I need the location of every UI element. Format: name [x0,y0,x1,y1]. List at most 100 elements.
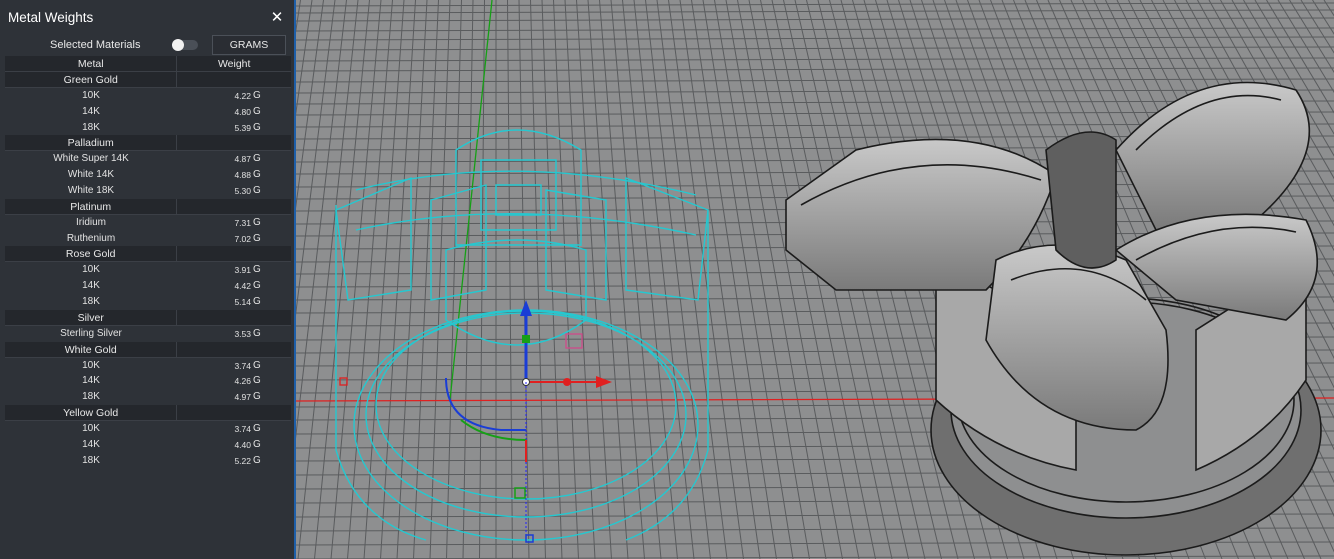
grid-line [518,0,530,559]
weight-value: 3.74 [234,423,251,434]
weight-unit: G [253,375,261,387]
table-row[interactable]: 14K 4.80 G [5,104,291,120]
metal-column-header: Metal [5,56,178,71]
table-row[interactable]: 10K 3.74 G [5,421,291,437]
table-row[interactable]: Ruthenium 7.02 G [5,231,291,247]
table-row[interactable]: Sterling Silver 3.53 G [5,326,291,342]
alloy-name: 14K [82,375,100,387]
metal-group-header: Palladium [5,135,291,152]
weight-unit: G [253,438,261,450]
grid-line [564,0,596,559]
grid-line [530,0,546,559]
metal-group-weight-cell [177,72,291,87]
weight-unit: G [253,454,261,466]
grid-line [429,0,451,559]
grid-line [553,0,579,559]
metal-group-header: Green Gold [5,72,291,88]
table-row[interactable]: Iridium 7.31 G [5,215,291,231]
weight-value: 3.53 [234,328,251,339]
metal-group-name: Yellow Gold [5,404,178,420]
metal-group-header: White Gold [5,341,291,358]
table-row[interactable]: 18K 5.39 G [5,120,291,136]
weight-value: 7.02 [234,233,251,244]
alloy-name: 18K [82,121,100,133]
metal-group-name: Green Gold [5,72,178,87]
weights-table: Metal Weight Green Gold 10K 4.22 G 14K 4.80 G 1… [5,56,291,468]
weight-unit: G [253,391,261,403]
selected-materials-toggle[interactable] [172,39,198,51]
metal-group-name: White Gold [5,341,178,357]
panel-titlebar: Metal Weights ✕ [0,0,294,34]
weight-unit: G [253,359,261,371]
grid-line [507,0,513,559]
panel-title: Metal Weights [8,9,94,25]
alloy-name: 14K [82,105,100,117]
alloy-name: Sterling Silver [60,327,122,339]
table-row[interactable]: White 18K 5.30 G [5,183,291,199]
metal-group-weight-cell [177,405,291,420]
table-row[interactable]: 10K 3.74 G [5,358,291,374]
alloy-name: 18K [82,454,100,466]
solid-ring-model[interactable] [785,81,1322,556]
viewport-canvas[interactable] [296,0,1334,559]
grid-line [633,0,695,559]
alloy-name: 18K [82,391,100,403]
metal-group-header: Platinum [5,198,291,215]
metal-group-header: Silver [5,309,291,326]
weight-unit: G [253,232,261,244]
grid-line [296,17,1334,22]
weight-unit: G [253,280,261,292]
grid-line [296,9,1334,14]
grid-line [296,57,1334,62]
table-row[interactable]: 14K 4.40 G [5,437,291,453]
weight-value: 4.97 [234,392,251,403]
metal-group-name: Palladium [5,135,178,151]
weight-column-header: Weight [217,58,251,70]
table-row[interactable]: 18K 5.14 G [5,294,291,310]
3d-viewport[interactable] [296,0,1334,559]
grid-line [296,78,1334,83]
metal-group-header: Rose Gold [5,246,291,263]
table-row[interactable]: White Super 14K 4.87 G [5,151,291,167]
weight-value: 5.14 [234,296,251,307]
grid-line [296,46,1334,51]
grid-line [296,67,1334,72]
close-icon[interactable]: ✕ [268,8,286,26]
weight-value: 4.26 [234,376,251,387]
alloy-name: 18K [82,295,100,307]
weight-value: 4.87 [234,154,251,165]
table-row[interactable]: 18K 4.97 G [5,389,291,405]
alloy-name: 14K [82,438,100,450]
table-row[interactable]: 14K 4.42 G [5,278,291,294]
table-row[interactable]: 10K 4.22 G [5,88,291,104]
alloy-name: 10K [82,422,100,434]
weight-value: 5.39 [234,122,251,133]
weight-unit: G [253,105,261,117]
toggle-knob [172,39,184,51]
weight-unit: G [253,121,261,133]
alloy-name: Ruthenium [66,232,116,244]
grid-line [668,0,744,559]
table-row[interactable]: 14K 4.26 G [5,373,291,389]
table-row[interactable]: 10K 3.91 G [5,262,291,278]
alloy-name: 10K [82,264,100,276]
selected-materials-label: Selected Materials [50,39,141,51]
units-button[interactable]: GRAMS [212,35,286,55]
grid-line [296,2,1334,7]
weight-value: 7.31 [234,217,251,228]
grid-line [541,0,563,559]
grid-line [296,89,1334,94]
metal-group-weight-cell [177,342,291,357]
grid-line [622,0,678,559]
alloy-name: 10K [82,359,100,371]
table-row[interactable]: 18K 5.22 G [5,453,291,469]
metal-group-name: Rose Gold [5,246,178,262]
weight-value: 5.30 [234,185,251,196]
weight-unit: G [253,422,261,434]
table-header: Metal Weight [5,56,291,72]
metal-group-weight-cell [177,135,291,150]
table-row[interactable]: White 14K 4.88 G [5,167,291,183]
weight-value: 4.40 [234,439,251,450]
grid-line [725,0,827,559]
weight-value: 3.91 [234,265,251,276]
